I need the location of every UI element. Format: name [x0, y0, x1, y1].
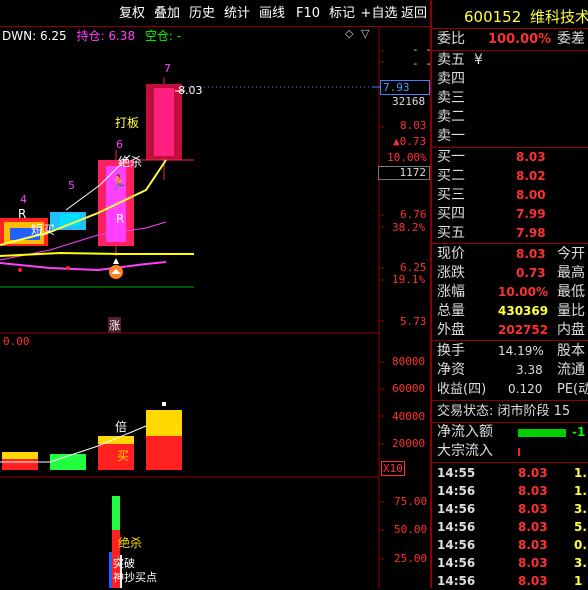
weicha-label: 委差 — [557, 31, 585, 47]
volume-bars — [0, 402, 182, 470]
sell1-row: 卖一 — [437, 128, 465, 144]
weibi-row: 委比 100.00% 委差 — [432, 30, 588, 49]
mai-label: 买 — [117, 449, 130, 463]
stock-code: 600152 — [464, 8, 522, 26]
stat-row-eps: 收益(四)0.120PE(动) — [437, 382, 588, 397]
x10-button[interactable]: X10 — [381, 461, 405, 476]
volume-tag: 32168 — [392, 95, 426, 108]
block-inflow-row: 大宗流入 — [432, 442, 588, 461]
volume-zero: 0.00 — [3, 335, 30, 348]
price-change: ▲0.73 — [393, 135, 427, 148]
stat-row-volume: 总量 430369 量比 — [437, 303, 585, 319]
r-label-2: R — [116, 212, 125, 226]
stat-row-change: 涨跌 0.73 最高 — [437, 265, 585, 281]
runner-icon: 🏃 — [110, 175, 128, 191]
buy1-row: 买一 8.03 — [437, 149, 546, 165]
tick-row: 14:56 8.03 5. — [437, 520, 587, 534]
weibi-label: 委比 — [437, 31, 465, 47]
qty-tag: 1172 — [378, 166, 430, 180]
buy3-row: 买三 8.00 — [437, 187, 546, 203]
wave-label-5: 5 — [68, 179, 75, 192]
vol-axis-40000: 40000 — [392, 410, 426, 423]
candle-2 — [50, 212, 86, 230]
shen-chao-label: 神抄买点 — [113, 571, 157, 584]
duan-mai-label: 短买 — [31, 223, 56, 237]
sub-axis-50: 50.00 — [394, 523, 428, 536]
fib-38-2: 38.2% — [392, 221, 426, 234]
tick-row: 14:56 8.03 0. — [437, 538, 587, 552]
yen-icon: ¥ — [474, 52, 483, 68]
price-pct: 10.00% — [387, 151, 427, 164]
tick-row: 14:55 8.03 1. — [437, 466, 587, 480]
tick-row: 14:56 8.03 3. — [437, 556, 587, 570]
stat-row-pct: 涨幅 10.00% 最低 — [437, 284, 585, 300]
wave-label-4: 4 — [20, 193, 27, 206]
net-inflow-bar — [518, 429, 566, 437]
sell4-row: 卖四 — [437, 71, 465, 87]
price-8-03: 8.03 — [400, 119, 427, 132]
sell2-row: 卖二 — [437, 109, 465, 125]
wave-label-7: 7 — [164, 62, 171, 75]
zhang-label: 涨 — [108, 317, 121, 333]
tick-row: 14:56 8.03 3. — [437, 502, 587, 516]
kline-chart[interactable] — [0, 0, 430, 588]
trade-status: 交易状态: 闭市阶段 15 — [437, 404, 571, 419]
sell3-row: 卖三 — [437, 90, 465, 106]
panel-divider — [430, 0, 432, 588]
current-price-tag: 7.93 — [380, 80, 430, 95]
buy2-row: 买二 8.02 — [437, 168, 546, 184]
stock-title: 600152 维科技术 — [464, 6, 588, 27]
high-price-label: 8.03 — [178, 84, 203, 97]
net-inflow-row: 净流入额 -1 — [437, 424, 586, 440]
wave-label-6: 6 — [116, 138, 123, 151]
stat-row-netasset: 净资 3.38 流通 — [437, 362, 585, 378]
axis-dashes-1: - - — [412, 43, 432, 56]
sub-axis-75: 75.00 — [394, 495, 428, 508]
buy4-row: 买四 7.99 — [437, 206, 546, 222]
vol-axis-20000: 20000 — [392, 437, 426, 450]
stat-row-price: 现价 8.03 今开 — [437, 246, 585, 262]
stat-row-outer: 外盘 202752 内盘 — [437, 322, 585, 338]
quote-panel: 600152 维科技术 委比 100.00% 委差 卖五 ¥ 卖四 卖三 卖二 … — [432, 0, 588, 588]
vol-axis-80000: 80000 — [392, 355, 426, 368]
vol-axis-60000: 60000 — [392, 382, 426, 395]
bei-label: 倍 — [115, 420, 128, 434]
price-6-76: 6.76 — [400, 208, 427, 221]
sub-jue-sha-label: 绝杀 — [118, 536, 143, 550]
tick-row: 14:56 8.03 1. — [437, 484, 587, 498]
price-5-73: 5.73 — [400, 315, 427, 328]
weibi-value: 100.00% — [488, 32, 552, 47]
fib-19-1: 19.1% — [392, 273, 426, 286]
stat-row-turnover: 换手 14.19% 股本 — [437, 343, 585, 359]
sell5-row: 卖五 ¥ — [437, 52, 483, 68]
axis-dashes-2: - - — [412, 57, 432, 70]
tick-row: 14:56 8.03 1 — [437, 574, 583, 588]
buy5-row: 买五 7.98 — [437, 225, 546, 241]
sub-axis-25: 25.00 — [394, 552, 428, 565]
jue-sha-label: 绝杀 — [118, 155, 143, 169]
da-ban-label: 打板 — [115, 116, 140, 130]
block-inflow-bar — [518, 448, 520, 456]
r-label-1: R — [18, 207, 27, 221]
stock-name: 维科技术 — [530, 8, 588, 26]
